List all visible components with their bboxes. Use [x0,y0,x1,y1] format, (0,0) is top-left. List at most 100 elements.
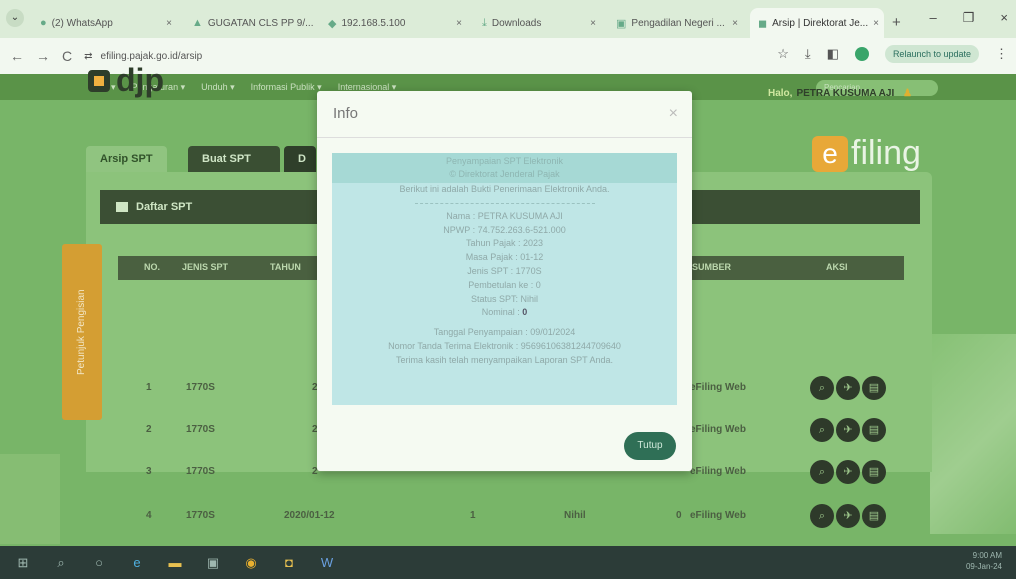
url-field[interactable]: ⇄ efiling.pajak.go.id/arsip [84,51,202,62]
receipt-header: Penyampaian SPT Elektronik © Direktorat … [332,153,677,183]
efiling-word: filing [851,134,921,172]
tab-label: (2) WhatsApp [51,17,113,29]
table-row: 4 1770S 2020/01-12 1 Nihil 0 eFiling Web… [118,498,904,538]
close-icon[interactable]: × [732,18,738,29]
word-icon[interactable]: W [318,554,336,572]
page-icon: ◆ [328,17,337,30]
close-icon[interactable]: × [456,18,462,29]
back-icon[interactable]: ← [10,48,24,64]
nav-unduh[interactable]: Unduh ▾ [201,82,235,93]
info-modal: Info × Penyampaian SPT Elektronik © Dire… [317,91,692,471]
cell-sumber: eFiling Web [690,466,746,477]
file-explorer-icon[interactable]: ▬ [166,554,184,572]
divider [414,202,595,204]
th-aksi: AKSI [826,262,848,272]
tab-third[interactable]: D [284,146,316,172]
close-icon[interactable]: × [166,18,172,29]
close-icon[interactable]: × [590,18,596,29]
nominal-label: Nominal : [481,307,520,318]
folder-icon [116,202,128,212]
cell-jenis: 1770S [186,466,215,477]
th-sumber: SUMBER [692,262,732,272]
print-icon[interactable]: ▤ [862,460,886,484]
minimize-icon[interactable]: – [930,10,937,26]
tab-whatsapp[interactable]: ● (2) WhatsApp × [32,8,180,38]
more-menu-icon[interactable]: ⋮ [995,46,1008,62]
tab-pengadilan[interactable]: ▣ Pengadilan Negeri ... × [608,8,746,38]
th-no: NO. [144,262,161,272]
tab-search-icon[interactable]: ⌄ [6,9,24,27]
forward-icon[interactable]: → [36,48,50,64]
send-icon[interactable]: ✈ [836,376,860,400]
system-tray[interactable]: 9:00 AM 09-Jan-24 [966,550,1002,572]
reload-icon[interactable]: C [62,48,72,64]
tab-arsip[interactable]: ◼ Arsip | Direktorat Je... × [750,8,884,38]
site-info-icon[interactable]: ⇄ [84,51,92,62]
search-icon[interactable]: ⌕ [810,504,834,528]
search-icon[interactable]: ⌕ [810,418,834,442]
tab-gugatan[interactable]: ▲ GUGATAN CLS PP 9/... × [184,8,316,38]
receipt-thanks: Terima kasih telah menyampaikan Laporan … [396,354,613,365]
maximize-icon[interactable]: ❐ [963,10,975,26]
user-name: PETRA KUSUMA AJI [796,88,895,99]
drive-icon: ▲ [192,17,203,29]
send-icon[interactable]: ✈ [836,460,860,484]
tab-label: Downloads [491,17,542,29]
new-tab-icon[interactable]: + [892,8,901,38]
sidepanel-icon[interactable]: ◧ [827,46,839,62]
cell-status: Nihil [564,510,586,521]
tutup-button[interactable]: Tutup [624,432,676,460]
close-window-icon[interactable]: × [1000,10,1008,26]
send-icon[interactable]: ✈ [836,504,860,528]
clock-time: 9:00 AM [972,551,1002,560]
bookmark-star-icon[interactable]: ☆ [777,46,789,62]
receipt-pembetulan: Pembetulan ke : 0 [468,279,541,290]
edge-icon[interactable]: e [128,554,146,572]
petunjuk-pengisian-tab[interactable]: Petunjuk Pengisian [62,244,102,420]
receipt-npwp: NPWP : 74.752.263.6-521.000 [443,224,566,235]
nominal-value: 0 [522,307,528,318]
divider [317,137,692,138]
chrome-icon[interactable]: ◉ [242,554,260,572]
nav-informasi-publik[interactable]: Informasi Publik ▾ [251,82,322,93]
receipt-header-1: Penyampaian SPT Elektronik [446,156,563,166]
windows-start-icon[interactable]: ⊞ [14,554,32,572]
search-icon[interactable]: ⌕ [810,460,834,484]
close-icon[interactable]: × [873,18,879,29]
cell-sumber: eFiling Web [690,382,746,393]
tab-ip[interactable]: ◆ 192.168.5.100 × [320,8,470,38]
cell-no: 2 [146,424,152,435]
cell-sumber: eFiling Web [690,424,746,435]
receipt-masa: Masa Pajak : 01-12 [465,252,544,263]
task-view-icon[interactable]: ○ [90,554,108,572]
tab-downloads[interactable]: ⤓ Downloads × [474,8,604,38]
print-icon[interactable]: ▤ [862,418,886,442]
close-icon[interactable]: × [669,105,678,123]
receipt-nama: Nama : PETRA KUSUMA AJI [446,210,563,221]
download-icon: ⤓ [482,16,487,29]
print-icon[interactable]: ▤ [862,376,886,400]
cell-no: 3 [146,466,152,477]
relaunch-button[interactable]: Relaunch to update [884,45,979,63]
search-icon[interactable]: ⌕ [810,376,834,400]
cell-sumber: eFiling Web [690,510,746,521]
user-greeting[interactable]: Halo, PETRA KUSUMA AJI ♟ [768,88,912,99]
print-icon[interactable]: ▤ [862,504,886,528]
profile-avatar[interactable] [854,47,869,61]
receipt-tahun: Tahun Pajak : 2023 [465,238,544,249]
receipt-box: Penyampaian SPT Elektronik © Direktorat … [332,153,677,405]
tab-label: Arsip | Direktorat Je... [772,17,869,29]
download-icon[interactable]: ⤓ [805,46,811,62]
tab-label: 192.168.5.100 [341,17,406,29]
tab-arsip-spt[interactable]: Arsip SPT [86,146,167,172]
send-icon[interactable]: ✈ [836,418,860,442]
tab-label: GUGATAN CLS PP 9/... [207,17,314,29]
panel-title: Daftar SPT [136,201,193,213]
search-icon[interactable]: ⌕ [52,554,70,572]
app-icon[interactable]: ◘ [280,554,298,572]
efiling-e: e [812,135,848,172]
tab-buat-spt[interactable]: Buat SPT [188,146,280,172]
djp-logo[interactable]: djp [88,62,164,99]
clock-date: 09-Jan-24 [965,562,1002,571]
store-icon[interactable]: ▣ [204,554,222,572]
